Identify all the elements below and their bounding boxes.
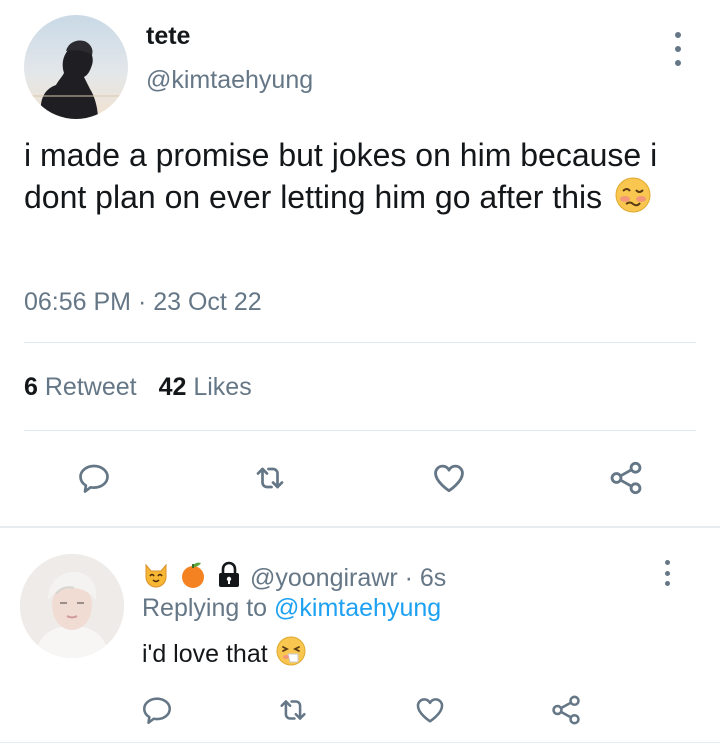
tangerine-icon	[178, 560, 208, 597]
woozy-face-icon	[615, 177, 651, 223]
user-handle[interactable]: @kimtaehyung	[146, 66, 313, 95]
divider	[24, 342, 696, 343]
like-label: Likes	[193, 373, 252, 401]
main-tweet: tete @kimtaehyung i made a promise but j…	[0, 0, 720, 525]
retweet-count: 6	[24, 373, 38, 401]
like-icon[interactable]	[410, 690, 450, 730]
more-options-icon[interactable]	[661, 560, 673, 586]
reply-text: i'd love that	[142, 636, 306, 673]
retweet-label: Retweet	[44, 373, 137, 401]
reply-action-bar	[0, 690, 720, 730]
tweet-stats: 6 Retweet 42 Likes	[24, 373, 252, 402]
replying-mention[interactable]: @kimtaehyung	[274, 594, 441, 622]
like-stat[interactable]: 42 Likes	[159, 373, 252, 401]
replying-to: Replying to @kimtaehyung	[142, 594, 441, 623]
reply-time: · 6s	[404, 564, 447, 592]
reply-body: i'd love that	[142, 640, 268, 668]
lock-icon	[216, 561, 242, 596]
reply-header: @yoongirawr · 6s	[142, 560, 446, 597]
retweet-stat[interactable]: 6 Retweet	[24, 373, 137, 401]
display-name[interactable]: tete	[146, 22, 190, 51]
divider	[24, 430, 696, 431]
replying-prefix: Replying to	[142, 594, 268, 622]
tweet-text: i made a promise but jokes on him becaus…	[24, 134, 704, 223]
reply-tweet[interactable]: @yoongirawr · 6s Replying to @kimtaehyun…	[0, 528, 720, 750]
more-options-icon[interactable]	[672, 32, 684, 66]
share-icon[interactable]	[606, 458, 646, 498]
share-icon[interactable]	[546, 690, 586, 730]
avatar[interactable]	[24, 15, 128, 119]
tweet-timestamp[interactable]: 06:56 PM · 23 Oct 22	[24, 288, 262, 317]
reply-icon[interactable]	[137, 690, 177, 730]
reply-icon[interactable]	[74, 458, 114, 498]
retweet-icon[interactable]	[273, 690, 313, 730]
sneezing-face-icon	[276, 636, 306, 673]
like-icon[interactable]	[429, 458, 469, 498]
retweet-icon[interactable]	[250, 458, 290, 498]
divider	[0, 742, 720, 743]
tweet-body: i made a promise but jokes on him becaus…	[24, 137, 658, 215]
cat-face-icon	[142, 561, 170, 596]
tweet-action-bar	[0, 458, 720, 498]
like-count: 42	[158, 373, 187, 401]
reply-handle[interactable]: @yoongirawr	[250, 564, 398, 593]
reply-avatar[interactable]	[20, 554, 124, 658]
